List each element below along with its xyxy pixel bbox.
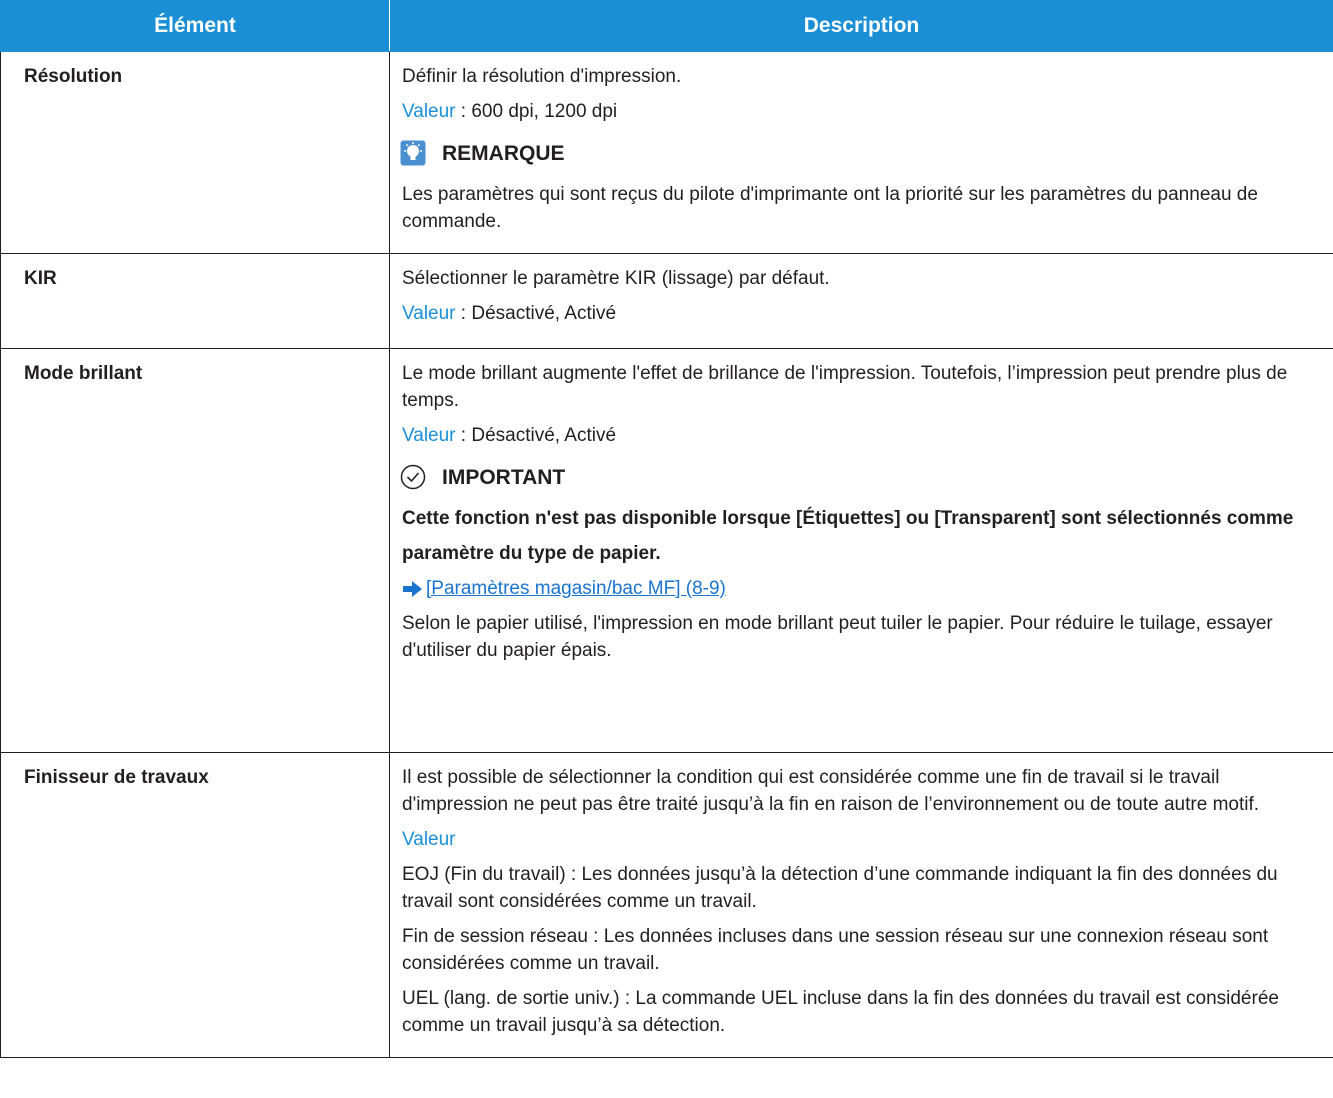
- important-text-line2: paramètre du type de papier.: [402, 543, 661, 564]
- value-line: Valeur : 600 dpi, 1200 dpi: [402, 98, 1319, 125]
- value-line: Valeur : Désactivé, Activé: [402, 300, 1319, 327]
- value-line: Valeur : Désactivé, Activé: [402, 422, 1319, 449]
- row-item-name: Résolution: [0, 51, 390, 254]
- check-circle-icon: [400, 464, 426, 490]
- reference-link-row: [Paramètres magasin/bac MF] (8-9): [402, 575, 1319, 602]
- description-text: Sélectionner le paramètre KIR (lissage) …: [402, 268, 830, 289]
- table-header: Élément Description: [0, 0, 1333, 52]
- note-text: Les paramètres qui sont reçus du pilote …: [402, 184, 1258, 232]
- important-title: IMPORTANT: [442, 465, 566, 489]
- value-text: : Désactivé, Activé: [455, 425, 617, 446]
- description-text: Le mode brillant augmente l'effet de bri…: [402, 363, 1288, 411]
- note-heading: REMARQUE: [400, 137, 1319, 169]
- value-text: : 600 dpi, 1200 dpi: [455, 101, 618, 122]
- value-label: Valeur: [402, 101, 456, 122]
- option-uel: UEL (lang. de sortie univ.) : La command…: [402, 988, 1279, 1036]
- value-label: Valeur: [402, 425, 456, 446]
- row-description: Il est possible de sélectionner la condi…: [389, 752, 1333, 1058]
- settings-table: Élément Description Résolution Définir l…: [0, 0, 1333, 1058]
- value-label: Valeur: [402, 829, 456, 850]
- important-heading: IMPORTANT: [400, 461, 1319, 493]
- row-description: Définir la résolution d'impression. Vale…: [389, 51, 1333, 254]
- row-item-name: Mode brillant: [0, 348, 390, 753]
- header-description: Description: [389, 0, 1333, 52]
- option-eoj: EOJ (Fin du travail) : Les données jusqu…: [402, 864, 1278, 912]
- value-text: : Désactivé, Activé: [455, 303, 617, 324]
- note-title: REMARQUE: [442, 141, 565, 165]
- lightbulb-note-icon: [400, 140, 426, 166]
- description-text: Définir la résolution d'impression.: [402, 66, 682, 87]
- table-row: Résolution Définir la résolution d'impre…: [0, 51, 1333, 254]
- table-row: Mode brillant Le mode brillant augmente …: [0, 348, 1333, 753]
- value-label: Valeur: [402, 303, 456, 324]
- row-item-name: KIR: [0, 253, 390, 349]
- description-text: Il est possible de sélectionner la condi…: [402, 767, 1260, 815]
- option-network-session: Fin de session réseau : Les données incl…: [402, 926, 1269, 974]
- reference-link[interactable]: [Paramètres magasin/bac MF] (8-9): [426, 575, 726, 602]
- table-row: KIR Sélectionner le paramètre KIR (lissa…: [0, 253, 1333, 349]
- row-description: Le mode brillant augmente l'effet de bri…: [389, 348, 1333, 753]
- row-description: Sélectionner le paramètre KIR (lissage) …: [389, 253, 1333, 349]
- header-item: Élément: [0, 0, 390, 52]
- extra-text: Selon le papier utilisé, l'impression en…: [402, 613, 1273, 661]
- important-text-line1: Cette fonction n'est pas disponible lors…: [402, 508, 1294, 529]
- table-row: Finisseur de travaux Il est possible de …: [0, 752, 1333, 1058]
- row-item-name: Finisseur de travaux: [0, 752, 390, 1058]
- arrow-right-icon: [402, 580, 424, 598]
